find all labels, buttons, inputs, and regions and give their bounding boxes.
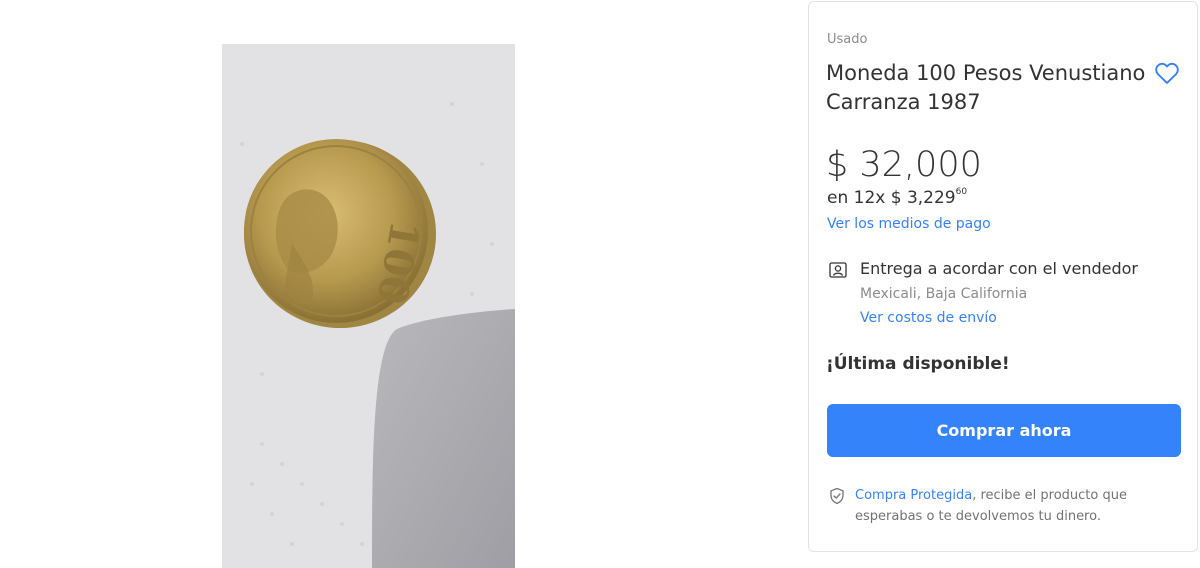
payment-methods-link[interactable]: Ver los medios de pago [827,216,991,232]
product-image[interactable]: 100 [222,44,515,568]
installments-amount: en 12x $ 3,229 [827,188,956,208]
product-title: Moneda 100 Pesos Venustiano Carranza 198… [826,61,1146,114]
user-card-icon [828,260,848,280]
coin-photo: 100 [222,44,515,568]
shipping-costs-link[interactable]: Ver costos de envío [860,310,997,326]
heart-icon[interactable] [1153,59,1181,87]
purchase-protection: Compra Protegida, recibe el producto que… [855,485,1175,527]
buy-now-button[interactable]: Comprar ahora [827,404,1181,457]
installments-info: en 12x $ 3,22960 [827,187,968,208]
buy-box: Usado Moneda 100 Pesos Venustiano Carran… [808,1,1198,552]
product-gallery: 100 [0,0,808,568]
stock-status: ¡Última disponible! [826,354,1010,374]
shield-check-icon [828,487,846,505]
seller-location: Mexicali, Baja California [860,286,1028,302]
installments-cents: 60 [955,187,968,198]
delivery-method: Entrega a acordar con el vendedor [860,259,1139,278]
protected-purchase-link[interactable]: Compra Protegida [855,488,972,503]
product-price: $ 32,000 [826,145,982,185]
item-condition: Usado [827,32,868,47]
